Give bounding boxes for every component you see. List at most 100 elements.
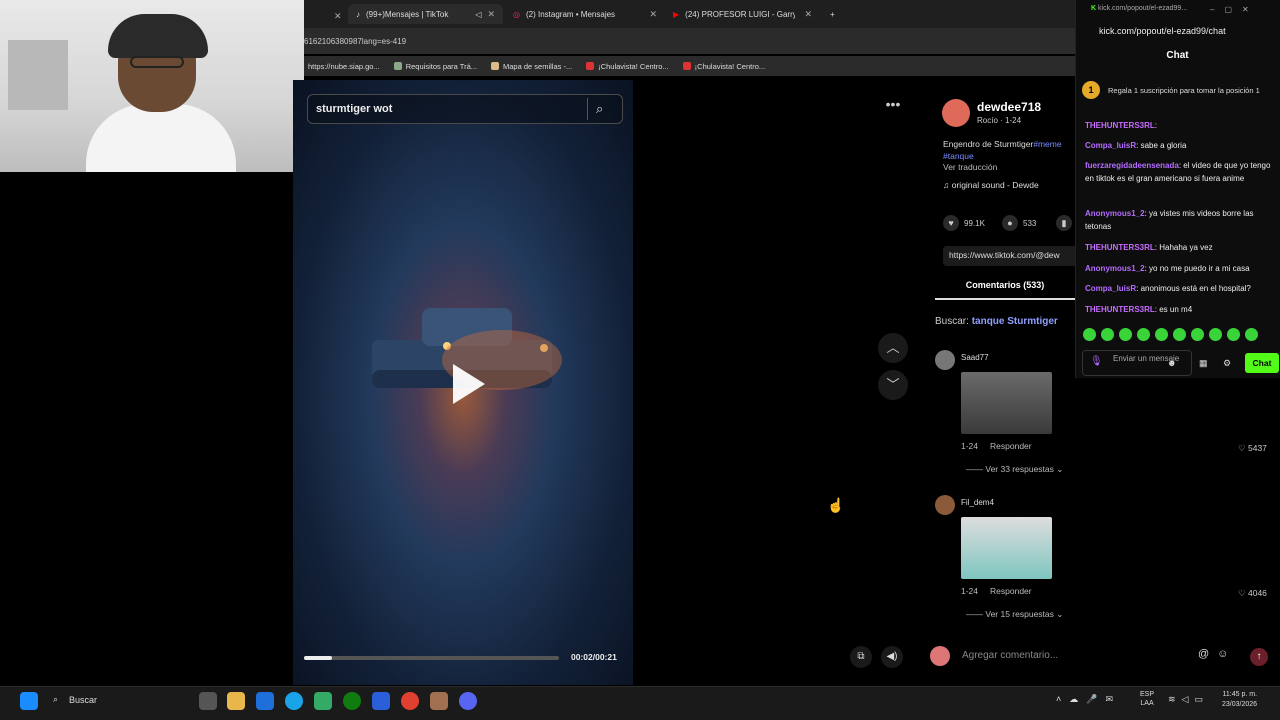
copy-link-field[interactable]: https://www.tiktok.com/@dew — [943, 246, 1083, 266]
pip-icon[interactable]: ⧉ — [850, 646, 872, 668]
send-comment-button[interactable]: ↑ — [1250, 648, 1268, 666]
reply-button[interactable]: Responder — [990, 441, 1032, 451]
window-controls[interactable]: –▢✕ — [1210, 5, 1259, 14]
language-indicator[interactable]: ESP LAA — [1140, 690, 1154, 708]
bookmark-item[interactable]: Requisitos para Trá... — [393, 62, 477, 71]
taskbar-search[interactable]: ⌕ Buscar — [47, 690, 197, 712]
comment-likes[interactable]: ♡ 5437 — [1238, 443, 1267, 454]
bookmark-item[interactable]: ¡Chulavista! Centro... — [682, 62, 765, 71]
tab-comments[interactable]: Comentarios (533) — [935, 280, 1075, 290]
tab-underline — [935, 298, 1075, 300]
webcam-overlay — [0, 0, 304, 172]
chat-message: THEHUNTERS3RL: es un m4 — [1085, 305, 1193, 314]
emote-bar[interactable] — [1083, 328, 1273, 341]
chat-message: Anonymous1_2: ya vistes mis videos borre… — [1085, 209, 1254, 231]
comment-stat[interactable]: ● 533 — [1002, 215, 1036, 231]
comment-meta: 1-24 Responder — [961, 586, 1032, 596]
like-stat[interactable]: ♥ 99.1K — [943, 215, 985, 231]
new-tab-button[interactable]: + — [822, 4, 843, 24]
chrome-icon[interactable] — [401, 692, 419, 710]
send-chat-button[interactable]: Chat — [1245, 353, 1279, 373]
tab-tiktok[interactable]: ♪ (99+)Mensajes | TikTok ◁ ✕ — [348, 4, 503, 24]
comment-image[interactable] — [961, 372, 1052, 434]
comment-author[interactable]: Fil_dem4 — [961, 498, 994, 507]
close-icon[interactable]: ✕ — [326, 6, 350, 26]
search-icon[interactable]: ⌕ — [596, 101, 603, 117]
network-volume-icons[interactable]: ≋◁▭ — [1168, 694, 1209, 705]
settings-icon[interactable]: ⚙ — [1223, 358, 1231, 369]
store-icon[interactable]: ▦ — [1199, 358, 1208, 369]
avatar[interactable] — [942, 99, 970, 127]
comment-image[interactable] — [961, 517, 1052, 579]
system-tray-icons[interactable]: ˄☁🎤✉ — [1056, 694, 1121, 705]
discord-icon[interactable] — [459, 692, 477, 710]
video-time: 00:02/00:21 — [571, 652, 617, 662]
bookmark-item[interactable]: https://nube.siap.go... — [308, 62, 380, 71]
comment-author[interactable]: Saad77 — [961, 353, 989, 362]
comment-avatar[interactable] — [935, 495, 955, 515]
chat-message: Anonymous1_2: yo no me puedo ir a mi cas… — [1085, 264, 1250, 273]
file-explorer-icon[interactable] — [227, 692, 245, 710]
post-description: Engendro de Sturmtiger#meme — [943, 139, 1062, 149]
emoji-icon[interactable]: ☺ — [1217, 648, 1228, 660]
app-icon[interactable] — [372, 692, 390, 710]
post-subline: Rocío · 1-24 — [977, 116, 1022, 125]
comment-tools: @ ☺ — [1198, 648, 1228, 660]
comment-likes[interactable]: ♡ 4046 — [1238, 588, 1267, 599]
tab-instagram[interactable]: ◎ (2) Instagram • Mensajes ✕ — [505, 4, 665, 24]
more-options-icon[interactable]: ••• — [881, 96, 905, 116]
kick-window-title: K kick.com/popout/el-ezad99... — [1091, 5, 1188, 12]
view-replies-button[interactable]: —— Ver 15 respuestas ⌄ — [966, 609, 1063, 620]
start-icon[interactable] — [20, 692, 38, 710]
tab-close-icon[interactable]: ✕ — [487, 9, 495, 20]
bookmarks-bar: https://nube.siap.go... Requisitos para … — [300, 56, 1075, 76]
heart-icon[interactable]: ♥ — [943, 215, 959, 231]
tab-close-icon[interactable]: ✕ — [649, 9, 657, 20]
bookmark-item[interactable]: Mapa de semillas -... — [491, 62, 572, 71]
next-video-button[interactable]: ﹀ — [878, 370, 908, 400]
chat-message: THEHUNTERS3RL: Hahaha ya vez — [1085, 243, 1213, 252]
app-icon[interactable] — [430, 692, 448, 710]
previous-video-button[interactable]: ︿ — [878, 333, 908, 363]
search-divider — [587, 98, 588, 120]
kick-chat-header: Chat — [1166, 50, 1189, 61]
search-icon: ⌕ — [53, 694, 59, 704]
reply-button[interactable]: Responder — [990, 586, 1032, 596]
address-bar[interactable]: 6162106380987lang=es-419 — [300, 28, 1075, 54]
emoji-icon[interactable]: ☻ — [1167, 358, 1176, 368]
store-app-icon[interactable] — [256, 692, 274, 710]
minecraft-icon[interactable] — [314, 692, 332, 710]
mouse-cursor-icon: ☝ — [827, 497, 845, 513]
youtube-icon: ▶ — [673, 9, 680, 19]
play-icon[interactable] — [445, 360, 489, 408]
gift-subscription-banner[interactable]: 1 Regala 1 suscripción para tomar la pos… — [1082, 76, 1272, 104]
comment-avatar[interactable] — [935, 350, 955, 370]
rank-badge: 1 — [1082, 81, 1100, 99]
music-icon: ♫ — [943, 180, 952, 190]
comment-search-suggestion[interactable]: Buscar: tanque Sturmtiger — [935, 316, 1058, 327]
bookmark-icon[interactable]: ▮ — [1056, 215, 1072, 231]
mention-icon[interactable]: @ — [1198, 648, 1209, 660]
my-avatar — [930, 646, 950, 666]
progress-track[interactable] — [304, 656, 559, 660]
volume-icon[interactable]: ◀) — [881, 646, 903, 668]
chat-message: Compa_luisR: anonimous está en el hospit… — [1085, 284, 1251, 293]
tab-close-icon[interactable]: ✕ — [804, 9, 812, 20]
comment-icon[interactable]: ● — [1002, 215, 1018, 231]
edge-icon[interactable] — [285, 692, 303, 710]
mute-icon[interactable]: ◁ — [475, 10, 481, 19]
chat-message: THEHUNTERS3RL: — [1085, 121, 1158, 130]
xbox-icon[interactable] — [343, 692, 361, 710]
clock[interactable]: 11:45 p. m. 23/03/2026 — [1222, 690, 1257, 710]
bookmark-stat[interactable]: ▮ — [1056, 215, 1072, 231]
instagram-icon: ◎ — [513, 9, 520, 19]
task-view-icon[interactable] — [199, 692, 217, 710]
search-input[interactable]: sturmtiger wot — [307, 94, 623, 124]
username[interactable]: dewdee718 — [977, 100, 1041, 114]
tab-youtube[interactable]: ▶ (24) PROFESOR LUIGI - Garry's ✕ — [665, 4, 820, 24]
bookmark-item[interactable]: ¡Chulavista! Centro... — [586, 62, 669, 71]
view-replies-button[interactable]: —— Ver 33 respuestas ⌄ — [966, 464, 1063, 475]
kick-url: kick.com/popout/el-ezad99/chat — [1099, 26, 1226, 36]
translate-link[interactable]: Ver traducción — [943, 161, 997, 173]
sound-link[interactable]: ♫ original sound - Dewde — [943, 179, 1039, 191]
